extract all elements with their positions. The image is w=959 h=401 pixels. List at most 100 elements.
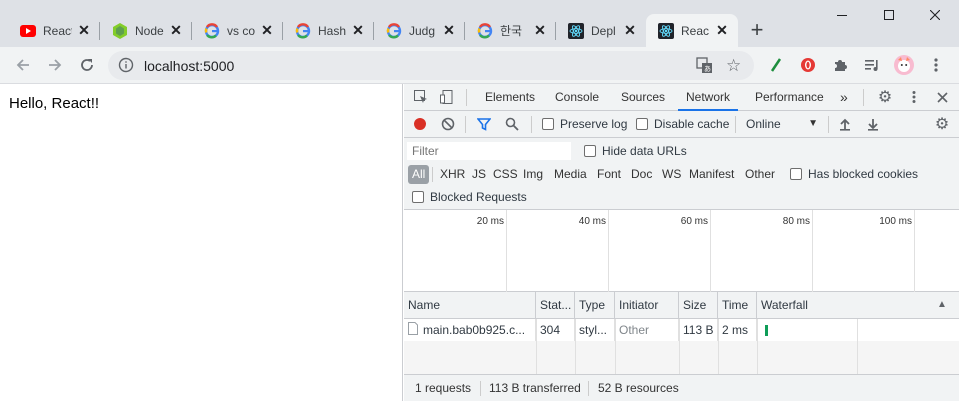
tab-network[interactable]: Network <box>678 84 739 111</box>
type-filter-css[interactable]: CSS <box>491 165 520 184</box>
request-status: 304 <box>536 319 575 341</box>
disable-cache-checkbox[interactable]: Disable cache <box>636 117 729 131</box>
type-filter-all[interactable]: All <box>408 165 430 184</box>
column-divider <box>536 319 537 374</box>
close-icon[interactable]: ✕ <box>532 22 548 39</box>
info-icon[interactable] <box>118 57 134 76</box>
column-header-waterfall[interactable]: Waterfall <box>757 292 959 318</box>
filter-icon[interactable] <box>474 114 494 134</box>
filter-input[interactable] <box>407 142 571 160</box>
close-devtools-icon[interactable] <box>932 87 952 107</box>
browser-tab-8-active[interactable]: Reac ✕ <box>646 14 738 47</box>
profile-avatar[interactable] <box>892 53 916 77</box>
request-name-cell[interactable]: main.bab0b925.c... <box>404 319 536 341</box>
blocked-requests-checkbox[interactable]: Blocked Requests <box>412 190 527 204</box>
preserve-log-checkbox[interactable]: Preserve log <box>542 117 627 131</box>
type-filter-manifest[interactable]: Manifest <box>687 165 736 184</box>
browser-tab-5[interactable]: Judg ✕ <box>374 14 465 47</box>
column-header-type[interactable]: Type <box>575 292 615 318</box>
close-icon[interactable]: ✕ <box>441 22 457 39</box>
window-close-icon[interactable] <box>912 0 958 30</box>
extension-opera-icon[interactable] <box>796 53 820 77</box>
export-har-icon[interactable] <box>863 114 883 134</box>
separator <box>432 167 433 182</box>
type-filter-img[interactable]: Img <box>521 165 545 184</box>
browser-tab-2[interactable]: Node ✕ <box>100 14 192 47</box>
separator <box>466 89 467 106</box>
browser-tab-4[interactable]: Hash ✕ <box>283 14 374 47</box>
settings-gear-icon[interactable]: ⚙ <box>875 87 895 107</box>
checkbox-box <box>412 191 424 203</box>
browser-tab-title: Judg <box>409 23 436 38</box>
address-bar[interactable]: localhost:5000 あ ☆ <box>108 51 754 80</box>
reload-icon[interactable] <box>75 53 99 77</box>
record-icon[interactable] <box>410 114 430 134</box>
overview-tick-label: 60 ms <box>680 216 708 227</box>
table-row[interactable]: main.bab0b925.c... 304 styl... Other 113… <box>404 319 959 341</box>
tab-performance[interactable]: Performance <box>747 84 832 111</box>
back-icon[interactable] <box>11 53 35 77</box>
type-filter-doc[interactable]: Doc <box>629 165 654 184</box>
browser-tab-7[interactable]: Depl ✕ <box>556 14 646 47</box>
request-count: 1 requests <box>415 381 472 395</box>
type-filter-other[interactable]: Other <box>743 165 777 184</box>
hide-data-urls-checkbox[interactable]: Hide data URLs <box>584 144 687 158</box>
browser-tab-title: Reac <box>681 23 710 38</box>
browser-tab-6[interactable]: 한국 ✕ <box>465 14 556 47</box>
device-toolbar-icon[interactable] <box>437 87 457 107</box>
tab-console[interactable]: Console <box>547 84 607 111</box>
close-icon[interactable]: ✕ <box>622 22 638 39</box>
has-blocked-cookies-checkbox[interactable]: Has blocked cookies <box>790 167 918 181</box>
close-icon[interactable]: ✕ <box>714 22 730 39</box>
maximize-icon[interactable] <box>866 0 912 30</box>
column-header-time[interactable]: Time <box>718 292 757 318</box>
column-header-initiator[interactable]: Initiator <box>615 292 679 318</box>
close-icon[interactable]: ✕ <box>350 22 366 39</box>
bookmark-star-icon[interactable]: ☆ <box>726 56 741 76</box>
extension-pen-icon[interactable] <box>764 53 788 77</box>
checkbox-box <box>584 145 596 157</box>
type-filter-ws[interactable]: WS <box>660 165 683 184</box>
translate-icon[interactable]: あ <box>696 57 713 77</box>
minimize-icon[interactable] <box>819 0 865 30</box>
google-icon <box>386 22 402 39</box>
search-icon[interactable] <box>502 114 522 134</box>
checkbox-box <box>790 168 802 180</box>
separator <box>480 381 481 396</box>
type-filter-font[interactable]: Font <box>595 165 623 184</box>
sort-ascending-icon[interactable]: ▲ <box>937 299 947 310</box>
browser-tab-3[interactable]: vs co ✕ <box>192 14 283 47</box>
close-icon[interactable]: ✕ <box>259 22 275 39</box>
clear-icon[interactable] <box>438 114 458 134</box>
extensions-puzzle-icon[interactable] <box>828 53 852 77</box>
google-icon <box>204 22 220 39</box>
type-filter-js[interactable]: JS <box>470 165 488 184</box>
type-filter-xhr[interactable]: XHR <box>438 165 467 184</box>
network-settings-gear-icon[interactable]: ⚙ <box>932 114 952 134</box>
import-har-icon[interactable] <box>835 114 855 134</box>
type-filter-media[interactable]: Media <box>552 165 589 184</box>
tab-sources[interactable]: Sources <box>613 84 673 111</box>
throttling-select[interactable]: Online ▼ <box>746 117 818 131</box>
tab-elements[interactable]: Elements <box>477 84 543 111</box>
inspect-element-icon[interactable] <box>411 87 431 107</box>
media-playlist-icon[interactable] <box>860 53 884 77</box>
column-header-status[interactable]: Stat... <box>536 292 575 318</box>
more-tabs-button[interactable]: » <box>832 84 856 111</box>
devtools-menu-icon[interactable] <box>904 87 924 107</box>
svg-text:あ: あ <box>704 65 711 73</box>
column-header-size[interactable]: Size <box>679 292 718 318</box>
network-overview[interactable]: 20 ms 40 ms 60 ms 80 ms 100 ms <box>404 210 959 292</box>
close-icon[interactable]: ✕ <box>76 22 92 39</box>
browser-menu-icon[interactable] <box>924 53 948 77</box>
forward-icon[interactable] <box>43 53 67 77</box>
network-table-header: Name Stat... Type Initiator Size Time Wa… <box>404 292 959 319</box>
checkbox-box <box>636 118 648 130</box>
browser-tab-title: vs co <box>227 23 255 38</box>
browser-tab-1[interactable]: React ✕ <box>8 14 100 47</box>
browser-tab-title: React <box>43 23 72 38</box>
separator <box>531 116 532 133</box>
new-tab-button[interactable]: + <box>744 18 770 44</box>
column-header-name[interactable]: Name <box>404 292 536 318</box>
close-icon[interactable]: ✕ <box>168 22 184 39</box>
